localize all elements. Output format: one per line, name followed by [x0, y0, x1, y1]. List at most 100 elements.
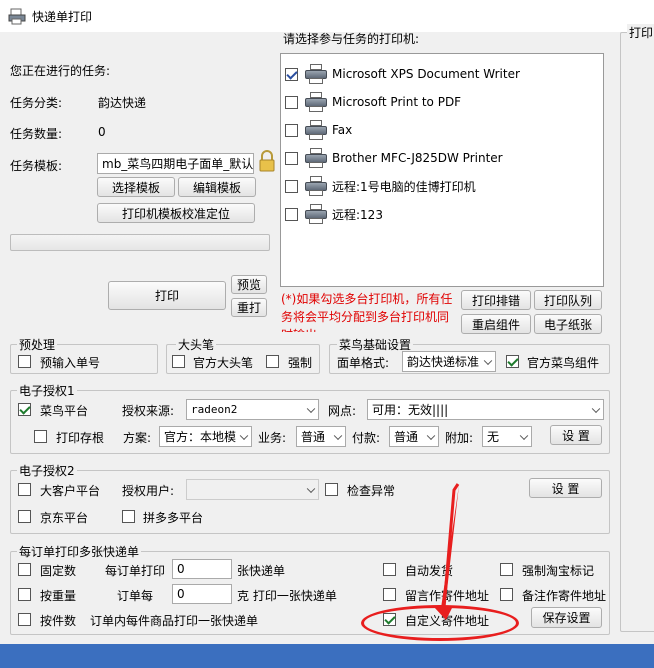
input-order-checkbox[interactable] — [18, 355, 31, 368]
auth2-settings-button[interactable]: 设 置 — [529, 478, 602, 498]
plan-value: 官方：本地模 — [164, 430, 237, 444]
note-sender-label: 留言作寄件地址 — [405, 589, 490, 603]
pdd-checkbox[interactable] — [122, 510, 135, 523]
extra-label: 附加: — [445, 431, 474, 445]
printer-checkbox[interactable] — [285, 207, 298, 221]
printer-icon — [304, 63, 328, 85]
printer-name: Microsoft Print to PDF — [332, 95, 462, 109]
category-value: 韵达快递 — [98, 96, 147, 110]
printer-checkbox[interactable] — [285, 151, 298, 165]
auth-source-label: 授权来源: — [122, 404, 175, 418]
restart-component-button[interactable]: 重启组件 — [461, 314, 531, 334]
sheets-label: 张快递单 — [237, 564, 286, 578]
preview-button[interactable]: 预览 — [231, 275, 267, 294]
template-label: 任务模板: — [10, 159, 63, 173]
save-settings-button[interactable]: 保存设置 — [531, 607, 602, 628]
chevron-down-icon — [483, 356, 493, 365]
print-stub-label: 打印存根 — [56, 431, 105, 445]
pdd-label: 拼多多平台 — [143, 511, 204, 525]
print-button[interactable]: 打印 — [108, 281, 226, 310]
remark-sender-label: 备注作寄件地址 — [522, 589, 607, 603]
cainiao-platform-label: 菜鸟平台 — [40, 404, 89, 418]
auth-source-value: radeon2 — [191, 403, 238, 416]
force-taobao-checkbox[interactable] — [500, 563, 513, 576]
printer-checkbox[interactable] — [285, 67, 298, 81]
calibrate-button[interactable]: 打印机模板校准定位 — [97, 203, 255, 223]
select-template-button[interactable]: 选择模板 — [97, 177, 175, 197]
window-title: 快递单打印 — [32, 10, 93, 24]
auth-source-select[interactable]: radeon2 — [186, 399, 319, 420]
annotation-ellipse — [361, 605, 519, 641]
note-sender-checkbox[interactable] — [383, 588, 396, 601]
branch-label: 网点: — [328, 404, 357, 418]
right-panel-title: 打印 — [627, 24, 654, 41]
chevron-down-icon — [426, 431, 436, 440]
printer-list[interactable]: Microsoft XPS Document Writer Microsoft … — [280, 53, 604, 287]
official-pen-label: 官方大头笔 — [193, 356, 254, 370]
auth1-settings-button[interactable]: 设 置 — [550, 425, 602, 445]
cainiao-platform-checkbox[interactable] — [18, 403, 31, 416]
current-task-label: 您正在进行的任务: — [10, 64, 111, 78]
multi-printer-note: (*)如果勾选多台打印机，所有任务将会平均分配到多台打印机同时输出 — [281, 292, 453, 332]
printer-name: Brother MFC-J825DW Printer — [332, 151, 503, 165]
chevron-down-icon — [239, 431, 249, 440]
per-order-each-label: 订单每 — [117, 589, 154, 603]
printer-name: Microsoft XPS Document Writer — [332, 67, 520, 81]
official-component-checkbox[interactable] — [506, 355, 519, 368]
printer-item[interactable]: Microsoft XPS Document Writer — [285, 62, 520, 86]
extra-value: 无 — [487, 430, 500, 444]
printer-item[interactable]: 远程:1号电脑的佳博打印机 — [285, 174, 476, 198]
lock-icon[interactable] — [258, 150, 276, 172]
by-items-checkbox[interactable] — [18, 613, 31, 626]
extra-select[interactable]: 无 — [482, 426, 532, 447]
printer-item[interactable]: Microsoft Print to PDF — [285, 90, 461, 114]
auth2-title: 电子授权2 — [17, 462, 77, 479]
printer-item[interactable]: Brother MFC-J825DW Printer — [285, 146, 503, 170]
template-field[interactable]: mb_菜鸟四期电子面单_默认 — [97, 153, 254, 174]
by-weight-checkbox[interactable] — [18, 588, 31, 601]
kg-print-label: 克 打印一张快递单 — [237, 589, 337, 603]
format-select[interactable]: 韵达快递标准 — [402, 351, 496, 372]
auto-ship-checkbox[interactable] — [383, 563, 396, 576]
jd-checkbox[interactable] — [18, 510, 31, 523]
pay-value: 普通 — [394, 430, 419, 444]
weight-input[interactable]: 0 — [172, 584, 232, 604]
reprint-button[interactable]: 重打 — [231, 298, 267, 317]
printer-icon — [304, 175, 328, 197]
print-stub-checkbox[interactable] — [34, 430, 47, 443]
e-paper-button[interactable]: 电子纸张 — [534, 314, 602, 334]
jd-label: 京东平台 — [40, 511, 89, 525]
right-print-panel — [620, 32, 654, 632]
auth-user-select[interactable] — [186, 479, 319, 500]
per-order-print-input[interactable]: 0 — [172, 559, 232, 579]
official-pen-checkbox[interactable] — [172, 355, 185, 368]
pay-select[interactable]: 普通 — [389, 426, 439, 447]
printer-checkbox[interactable] — [285, 179, 298, 193]
fixed-count-checkbox[interactable] — [18, 563, 31, 576]
branch-select[interactable]: 可用：无效|||| — [367, 399, 604, 420]
business-select[interactable]: 普通 — [296, 426, 346, 447]
printer-item[interactable]: 远程:123 — [285, 202, 383, 226]
print-sort-button[interactable]: 打印排错 — [461, 290, 531, 310]
pay-label: 付款: — [352, 431, 381, 445]
check-abnormal-checkbox[interactable] — [325, 483, 338, 496]
printer-item[interactable]: Fax — [285, 118, 352, 142]
business-label: 业务: — [258, 431, 287, 445]
status-bar — [0, 644, 654, 668]
printer-checkbox[interactable] — [285, 95, 298, 109]
printer-checkbox[interactable] — [285, 123, 298, 137]
chevron-down-icon — [306, 404, 316, 413]
big-pen-title: 大头笔 — [176, 336, 217, 353]
printer-name: 远程:123 — [332, 207, 383, 222]
print-queue-button[interactable]: 打印队列 — [534, 290, 602, 310]
by-items-label: 按件数 — [40, 614, 77, 628]
chevron-down-icon — [591, 404, 601, 413]
remark-sender-checkbox[interactable] — [500, 588, 513, 601]
force-checkbox[interactable] — [266, 355, 279, 368]
by-weight-label: 按重量 — [40, 589, 77, 603]
plan-select[interactable]: 官方：本地模 — [159, 426, 252, 447]
big-customer-checkbox[interactable] — [18, 483, 31, 496]
edit-template-button[interactable]: 编辑模板 — [178, 177, 256, 197]
chevron-down-icon — [519, 431, 529, 440]
chevron-down-icon — [333, 431, 343, 440]
